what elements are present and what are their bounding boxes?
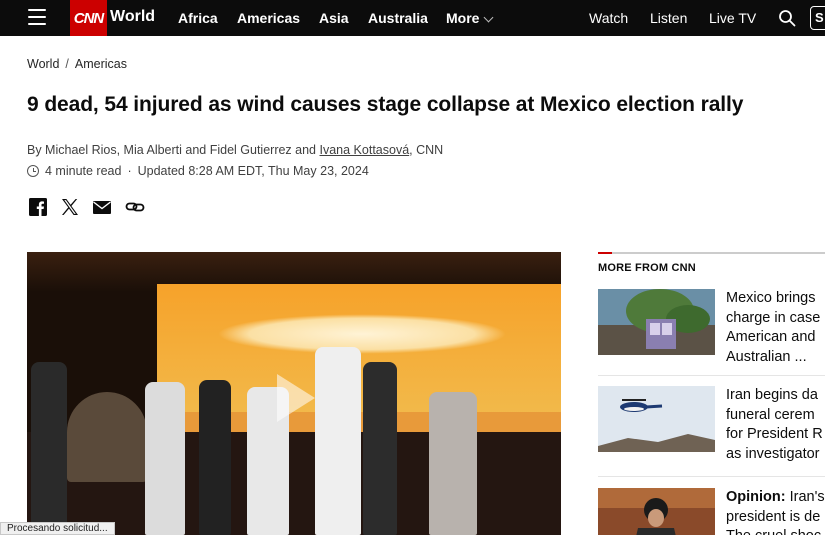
nav-watch[interactable]: Watch (589, 10, 628, 26)
section-divider (598, 252, 825, 254)
nav-link-more[interactable]: More (446, 10, 494, 26)
drum-kit (67, 392, 147, 482)
read-time: 4 minute read (45, 164, 122, 178)
person-figure (363, 362, 397, 535)
card-headline-line: president is de (726, 508, 821, 525)
card-headline: Opinion: Iran's president is de The crue… (726, 488, 825, 535)
card-headline-line: charge in case (726, 309, 821, 326)
person-figure (429, 392, 477, 535)
nav-link-asia[interactable]: Asia (319, 10, 349, 26)
search-icon[interactable] (778, 9, 796, 27)
nav-link-americas[interactable]: Americas (237, 10, 300, 26)
sign-in-button[interactable]: S (810, 6, 825, 30)
cnn-logo[interactable]: CNN (70, 0, 107, 36)
top-nav: CNN World Africa Americas Asia Australia… (0, 0, 825, 36)
updated-timestamp: Updated 8:28 AM EDT, Thu May 23, 2024 (137, 164, 369, 178)
link-icon[interactable] (125, 197, 145, 217)
byline-source: , CNN (409, 143, 444, 157)
card-headline-line: American and (726, 329, 816, 345)
x-icon[interactable] (60, 197, 80, 217)
play-icon[interactable] (277, 374, 315, 422)
article-meta: 4 minute read · Updated 8:28 AM EDT, Thu… (27, 164, 369, 178)
related-card[interactable]: Mexico brings charge in case American an… (598, 289, 825, 365)
card-headline-line: as investigator (726, 445, 820, 462)
related-card[interactable]: Opinion: Iran's president is de The crue… (598, 488, 825, 535)
byline: By Michael Rios, Mia Alberti and Fidel G… (27, 143, 443, 157)
person-figure (315, 347, 361, 535)
nav-live-tv[interactable]: Live TV (709, 10, 756, 26)
nav-listen[interactable]: Listen (650, 10, 687, 26)
breadcrumb-americas[interactable]: Americas (75, 57, 127, 71)
card-divider (598, 476, 825, 477)
card-headline: Mexico brings charge in case American an… (726, 289, 825, 367)
opinion-label: Opinion: (726, 489, 786, 505)
card-headline: Iran begins da funeral cerem for Preside… (726, 386, 825, 464)
card-thumbnail (598, 289, 715, 355)
nav-link-australia[interactable]: Australia (368, 10, 428, 26)
chevron-down-icon (484, 12, 494, 23)
video-player[interactable] (27, 252, 561, 535)
card-headline-line: Opinion: Iran's (726, 488, 825, 508)
page-title: 9 dead, 54 injured as wind causes stage … (27, 93, 744, 116)
menu-icon[interactable] (28, 9, 46, 25)
section-name[interactable]: World (110, 8, 155, 26)
card-headline-line: Iran begins da (726, 387, 818, 403)
author-link[interactable]: Ivana Kottasová (320, 143, 410, 157)
person-figure (145, 382, 185, 535)
card-divider (598, 375, 825, 376)
card-headline-line: for President R (726, 426, 823, 442)
more-from-cnn-title: MORE FROM CNN (598, 262, 696, 274)
card-headline-line: The cruel shoc (726, 527, 825, 535)
breadcrumb-separator: / (65, 57, 69, 71)
byline-authors: By Michael Rios, Mia Alberti and Fidel G… (27, 143, 320, 157)
card-headline-line: funeral cerem (726, 406, 815, 423)
breadcrumb: World / Americas (27, 57, 127, 71)
browser-status-bar: Procesando solicitud... (0, 522, 115, 535)
eagle-emblem (217, 314, 507, 354)
card-headline-text: Iran's (789, 489, 825, 505)
nav-more-label: More (446, 10, 480, 26)
breadcrumb-world[interactable]: World (27, 57, 59, 71)
email-icon[interactable] (92, 197, 112, 217)
clock-icon (27, 165, 39, 177)
person-figure (31, 362, 67, 535)
card-headline-line: Mexico brings (726, 290, 816, 306)
card-thumbnail (598, 386, 715, 452)
facebook-icon[interactable] (28, 197, 48, 217)
card-headline-line: Australian ... (726, 348, 807, 365)
nav-link-africa[interactable]: Africa (178, 10, 218, 26)
meta-separator: · (127, 164, 132, 178)
card-thumbnail (598, 488, 715, 535)
person-figure (199, 380, 231, 535)
related-card[interactable]: Iran begins da funeral cerem for Preside… (598, 386, 825, 462)
